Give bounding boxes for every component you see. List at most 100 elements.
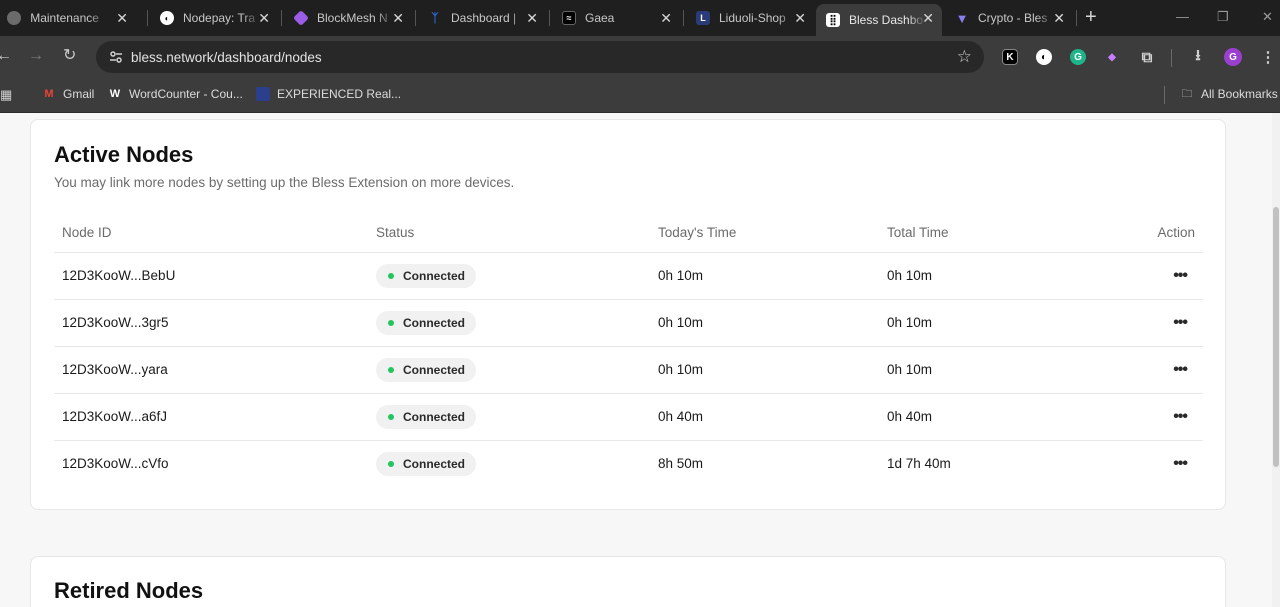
status-label: Connected — [403, 315, 466, 330]
page-viewport: Active Nodes You may link more nodes by … — [0, 113, 1280, 607]
column-node-id: Node ID — [54, 213, 376, 253]
more-actions-icon[interactable]: ••• — [1173, 315, 1188, 331]
extension-nodepay-icon[interactable]: ◐ — [1036, 49, 1052, 65]
close-icon[interactable]: ✕ — [392, 10, 404, 26]
extension-k-icon[interactable]: K — [1002, 49, 1018, 65]
column-total-time: Total Time — [887, 213, 1123, 253]
total-time: 1d 7h 40m — [887, 456, 951, 472]
retired-nodes-card: Retired Nodes — [30, 556, 1226, 607]
total-time: 0h 40m — [887, 393, 1123, 441]
restore-icon[interactable]: ❐ — [1217, 9, 1229, 25]
minimize-icon[interactable]: — — [1176, 9, 1189, 24]
todays-time: 0h 10m — [658, 346, 887, 394]
node-id: 12D3KooW...cVfo — [62, 456, 169, 472]
more-actions-icon[interactable]: ••• — [1173, 409, 1188, 425]
browser-toolbar: ← → ↻ bless.network/dashboard/nodes ☆ K … — [0, 36, 1280, 78]
tab-title: Nodepay: Tra — [183, 11, 256, 25]
tab-dashboard[interactable]: ᛉ Dashboard | ✕ — [418, 4, 546, 32]
tab-title: Bless Dashbo — [849, 13, 924, 27]
close-icon[interactable]: ✕ — [660, 10, 672, 26]
status-badge: Connected — [376, 263, 477, 288]
status-badge: Connected — [376, 404, 477, 429]
bless-icon: ⣿ — [826, 13, 840, 27]
close-icon[interactable]: ✕ — [794, 10, 806, 26]
close-icon[interactable]: ✕ — [1053, 10, 1065, 26]
tab-title: Liduoli-Shop — [719, 11, 786, 25]
status-badge: Connected — [376, 310, 477, 335]
bookmark-gmail[interactable]: M Gmail — [42, 87, 94, 101]
active-nodes-subtitle: You may link more nodes by setting up th… — [54, 175, 515, 190]
globe-icon — [7, 11, 22, 25]
extensions-puzzle-icon[interactable]: ⧉ — [1139, 49, 1155, 66]
new-tab-button[interactable]: + — [1085, 7, 1097, 27]
bookmark-wordcounter[interactable]: W WordCounter - Cou... — [108, 87, 243, 101]
forward-icon[interactable]: → — [28, 47, 44, 65]
table-row: 12D3KooW...a6fJ Connected 0h 40m 0h 40m … — [54, 393, 1203, 441]
close-icon[interactable]: ✕ — [526, 10, 538, 26]
status-dot-icon — [388, 413, 394, 420]
scrollbar-thumb[interactable] — [1273, 207, 1279, 467]
close-icon[interactable]: ✕ — [922, 10, 934, 26]
total-time: 0h 10m — [887, 252, 1123, 300]
more-actions-icon[interactable]: ••• — [1173, 456, 1188, 472]
extension-blockmesh-icon[interactable]: ◆ — [1104, 49, 1120, 65]
status-badge: Connected — [376, 357, 477, 382]
liduoli-icon: L — [696, 11, 710, 25]
profile-avatar[interactable]: G — [1224, 48, 1242, 66]
tab-blockmesh[interactable]: BlockMesh N ✕ — [284, 4, 412, 32]
tab-crypto[interactable]: ▼ Crypto - Bles ✕ — [945, 4, 1073, 32]
total-time: 0h 10m — [887, 346, 1123, 394]
status-label: Connected — [403, 409, 466, 424]
node-id: 12D3KooW...a6fJ — [54, 393, 376, 441]
site-settings-icon[interactable] — [108, 49, 124, 65]
more-actions-icon[interactable]: ••• — [1173, 362, 1188, 378]
tab-bless-dashboard[interactable]: ⣿ Bless Dashbo ✕ — [816, 4, 942, 36]
tab-nodepay[interactable]: ◐ Nodepay: Tra ✕ — [150, 4, 278, 32]
tab-title: Maintenance — [30, 11, 99, 25]
reload-icon[interactable]: ↻ — [63, 47, 76, 65]
tab-gaea[interactable]: ≈ Gaea ✕ — [552, 4, 680, 32]
tab-title: BlockMesh N — [317, 11, 388, 25]
menu-kebab-icon[interactable]: ⋮ — [1260, 49, 1276, 66]
nodes-table: Node ID Status Today's Time Total Time A… — [54, 213, 1203, 487]
status-badge: Connected — [376, 451, 477, 476]
url-text: bless.network/dashboard/nodes — [131, 50, 322, 65]
back-icon[interactable]: ← — [0, 47, 12, 65]
gmail-icon: M — [44, 88, 54, 100]
bookmarks-bar: ▦ M Gmail W WordCounter - Cou... EXPERIE… — [0, 78, 1280, 113]
address-bar[interactable]: bless.network/dashboard/nodes ☆ — [96, 41, 984, 73]
experienced-icon — [256, 87, 270, 101]
page-scrollbar[interactable] — [1272, 113, 1280, 607]
bookmark-star-icon[interactable]: ☆ — [957, 47, 972, 67]
crypto-icon: ▼ — [955, 10, 969, 26]
tab-maintenance[interactable]: ✔ Maintenance ✕ — [0, 4, 136, 32]
apps-grid-icon[interactable]: ▦ — [0, 87, 12, 103]
folder-icon: 🗀 — [1181, 87, 1193, 100]
close-icon[interactable]: ✕ — [258, 10, 270, 26]
all-bookmarks[interactable]: 🗀 All Bookmarks — [1180, 87, 1278, 101]
window-close-icon[interactable]: ✕ — [1262, 9, 1273, 25]
todays-time: 8h 50m — [658, 456, 704, 472]
tab-title: Dashboard | — [451, 11, 517, 25]
status-label: Connected — [403, 268, 466, 283]
todays-time: 0h 40m — [658, 393, 887, 441]
tab-liduoli[interactable]: L Liduoli-Shop ✕ — [686, 4, 814, 32]
tab-title: Gaea — [585, 11, 615, 25]
close-icon[interactable]: ✕ — [116, 10, 128, 26]
status-dot-icon — [388, 319, 394, 326]
bookmark-label: Gmail — [63, 87, 95, 101]
table-row: 12D3KooW...3gr5 Connected 0h 10m 0h 10m … — [54, 299, 1203, 347]
column-action: Action — [1123, 213, 1203, 253]
column-status: Status — [376, 213, 658, 253]
status-label: Connected — [403, 456, 466, 471]
extension-grammarly-icon[interactable]: G — [1070, 49, 1086, 65]
retired-nodes-title: Retired Nodes — [54, 578, 204, 603]
all-bookmarks-label: All Bookmarks — [1201, 87, 1278, 101]
more-actions-icon[interactable]: ••• — [1173, 268, 1188, 284]
bookmark-experienced[interactable]: EXPERIENCED Real... — [256, 87, 401, 101]
download-icon[interactable]: ⭳ — [1190, 47, 1206, 65]
blockmesh-icon — [293, 10, 309, 26]
table-row: 12D3KooW...yara Connected 0h 10m 0h 10m … — [54, 346, 1203, 394]
tab-bar: ✔ Maintenance ✕ ◐ Nodepay: Tra ✕ BlockMe… — [0, 0, 1280, 36]
todays-time: 0h 10m — [658, 252, 887, 300]
